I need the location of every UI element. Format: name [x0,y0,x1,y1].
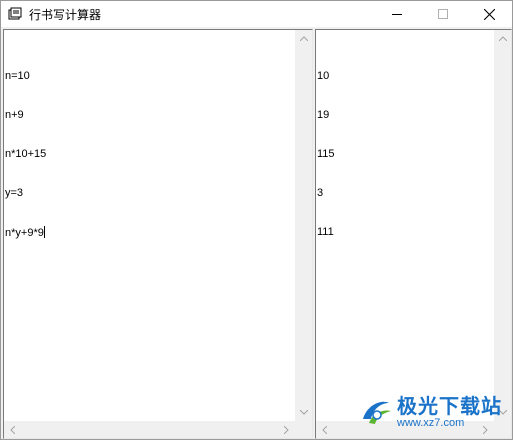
watermark-site-name: 极光下载站 [397,394,502,418]
expression-line: n=10 [5,70,30,82]
result-output-pane[interactable]: 10 19 115 3 111 [315,29,512,439]
site-watermark: 极光下载站 www.xz7.com [359,395,502,429]
app-window: 行书写计算器 n=10 n+9 n*10+15 y=3 n*y+9*9 10 1… [0,0,513,440]
aurora-logo-icon [363,401,391,424]
scrollbar-corner [295,421,312,438]
maximize-button[interactable] [420,1,466,27]
vertical-scrollbar[interactable] [295,30,312,421]
minimize-button[interactable] [374,1,420,27]
result-line: 10 [317,70,330,82]
minimize-icon [392,14,402,15]
close-icon [483,8,495,20]
chevron-down-icon [299,410,308,415]
chevron-right-icon [284,425,289,434]
expression-line: n+9 [5,109,24,121]
expression-line: y=3 [5,187,24,199]
result-line: 3 [317,187,324,199]
vertical-scrollbar[interactable] [494,30,511,421]
scroll-up-button[interactable] [295,30,312,47]
result-text: 10 19 115 3 111 [317,44,335,265]
text-caret [43,226,45,238]
close-button[interactable] [466,1,512,27]
watermark-site-url: www.xz7.com [397,417,465,429]
title-bar[interactable]: 行书写计算器 [1,1,512,27]
app-icon [7,6,23,22]
maximize-icon [438,9,448,19]
chevron-up-icon [498,36,507,41]
result-line: 19 [317,109,330,121]
expression-input-pane[interactable]: n=10 n+9 n*10+15 y=3 n*y+9*9 [3,29,313,439]
expression-line: n*y+9*9 [5,227,44,239]
scroll-up-button[interactable] [494,30,511,47]
scroll-down-button[interactable] [295,404,312,421]
expression-line: n*10+15 [5,148,47,160]
chevron-up-icon [299,36,308,41]
scroll-left-button[interactable] [4,421,21,438]
scroll-left-button[interactable] [316,421,333,438]
window-controls [374,1,512,27]
scroll-right-button[interactable] [278,421,295,438]
chevron-left-icon [322,425,327,434]
result-line: 111 [317,226,334,238]
expression-text[interactable]: n=10 n+9 n*10+15 y=3 n*y+9*9 [5,44,46,265]
chevron-left-icon [10,425,15,434]
window-title: 行书写计算器 [29,7,102,22]
horizontal-scrollbar[interactable] [4,421,295,438]
result-line: 115 [317,148,335,160]
